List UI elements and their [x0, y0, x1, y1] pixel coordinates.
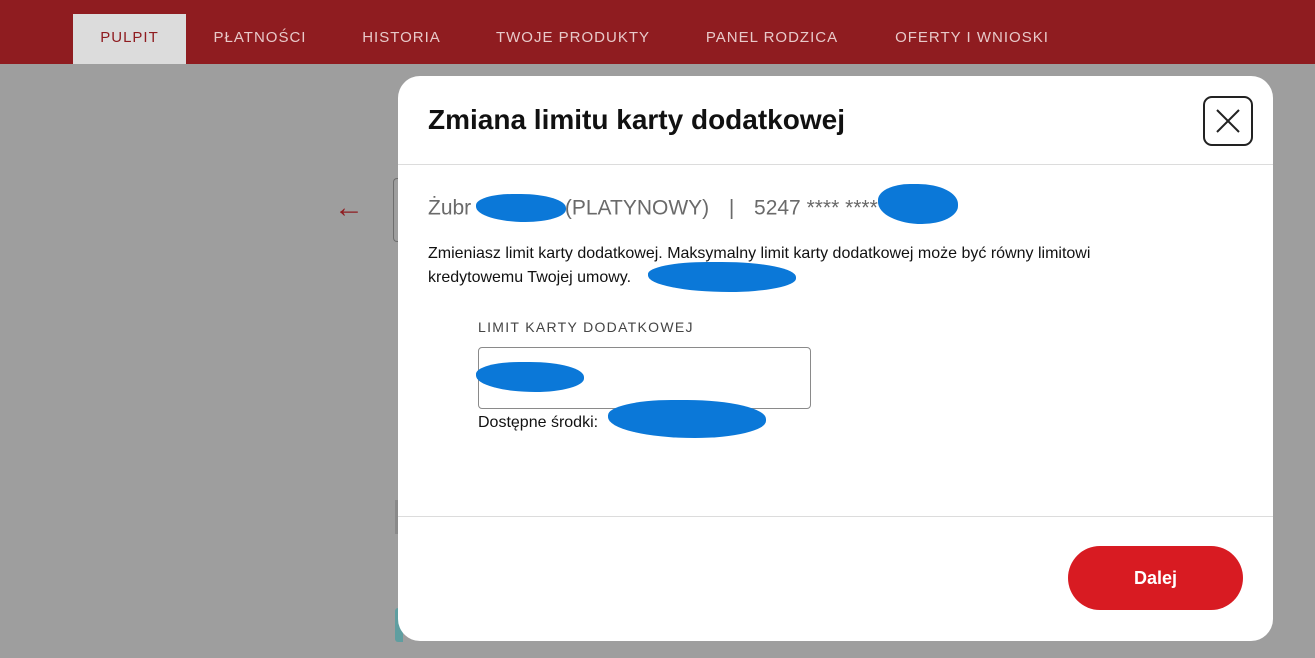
redacted-card-number [878, 184, 958, 224]
next-button[interactable]: Dalej [1068, 546, 1243, 610]
header-divider [398, 164, 1273, 165]
modal-title: Zmiana limitu karty dodatkowej [428, 104, 845, 135]
card-type: (PLATYNOWY) [564, 196, 710, 220]
card-number: 5247 **** **** [754, 196, 878, 220]
footer-divider [398, 516, 1273, 517]
tab-historia[interactable]: HISTORIA [334, 14, 469, 64]
change-limit-modal: Zmiana limitu karty dodatkowej Żubr (PLA… [398, 76, 1273, 641]
tab-oferty-i-wnioski[interactable]: OFERTY I WNIOSKI [867, 14, 1077, 64]
close-button[interactable] [1203, 96, 1253, 146]
arrow-left-icon[interactable]: ← [334, 190, 364, 226]
tab-panel-rodzica[interactable]: PANEL RODZICA [677, 14, 867, 64]
tab-platnosci[interactable]: PŁATNOŚCI [186, 14, 334, 64]
limit-field-label: LIMIT KARTY DODATKOWEJ [478, 319, 694, 335]
tab-pulpit[interactable]: PULPIT [73, 14, 186, 64]
redacted-available-funds [608, 400, 766, 438]
available-funds-label: Dostępne środki: [478, 414, 599, 431]
tab-twoje-produkty[interactable]: TWOJE PRODUKTY [469, 14, 677, 64]
card-name: Żubr [428, 196, 472, 220]
limit-description: Zmieniasz limit karty dodatkowej. Maksym… [428, 245, 1091, 286]
top-navigation: PULPIT PŁATNOŚCI HISTORIA TWOJE PRODUKTY… [0, 0, 1315, 64]
close-icon [1216, 109, 1240, 133]
card-separator: | [728, 196, 735, 220]
